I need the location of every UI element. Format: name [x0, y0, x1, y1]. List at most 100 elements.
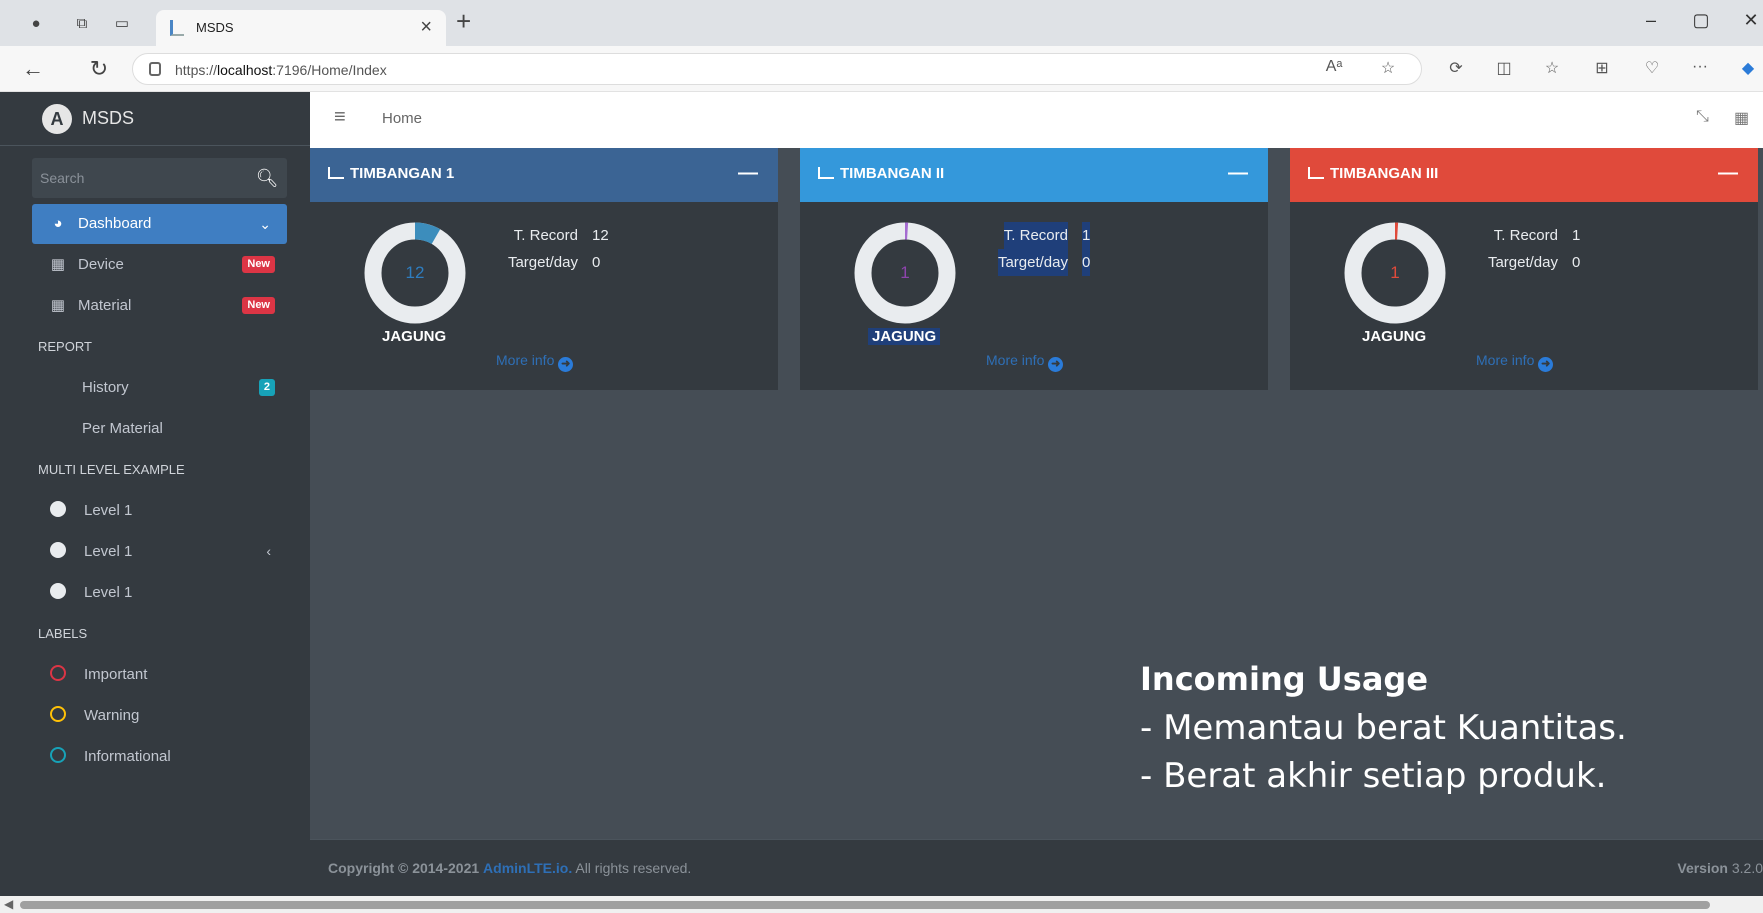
arrow-circle-right-icon: ➜ — [558, 357, 574, 372]
sidebar-item-label: Per Material — [82, 420, 163, 437]
extensions-icon[interactable]: ⟳ — [1444, 58, 1468, 78]
hamburger-menu-icon[interactable]: ≡ — [334, 106, 346, 129]
sidebar-item-warning[interactable]: Warning — [32, 695, 287, 736]
maximize-button[interactable]: ▢ — [1686, 10, 1716, 31]
horizontal-scrollbar[interactable]: ◀ — [0, 896, 1763, 913]
sidebar-item-informational[interactable]: Informational — [32, 736, 287, 777]
search-input[interactable] — [32, 158, 247, 198]
sidebar: A MSDS 🔍︎ ◕ Dashboard ⌄ ▦ Device New ▦ Mate… — [0, 92, 310, 896]
donut-chart: 1 — [850, 218, 960, 328]
sidebar-item-label: Level 1 — [84, 584, 133, 601]
sidebar-item-device[interactable]: ▦ Device New — [32, 244, 287, 285]
chevron-left-icon: ‹ — [266, 543, 271, 559]
overlay-heading: Incoming Usage — [1140, 660, 1429, 698]
card-stats: T. Record 1 Target/day 0 — [1450, 222, 1580, 276]
card-timbangan-2: TIMBANGAN II — 1 JAGUNG T. Record 1 Targe… — [800, 148, 1268, 390]
dashboard-icon: ◕ — [53, 215, 63, 232]
circle-icon — [50, 583, 66, 599]
profile-icon[interactable]: ● — [26, 14, 46, 34]
sidebar-item-dashboard[interactable]: ◕ Dashboard ⌄ — [32, 204, 287, 244]
sidebar-item-level-1[interactable]: Level 1 — [32, 490, 287, 531]
circle-icon — [50, 501, 66, 517]
sidebar-item-level-1-expandable[interactable]: Level 1 ‹ — [32, 531, 287, 572]
browser-tab-msds[interactable]: MSDS × — [156, 10, 446, 46]
card-timbangan-1: TIMBANGAN 1 — 12 JAGUNG T. Record 12 Targ… — [310, 148, 778, 390]
product-label: JAGUNG — [1362, 328, 1427, 345]
home-link[interactable]: Home — [382, 110, 422, 127]
nav-header-report: REPORT — [38, 339, 92, 354]
card-header: TIMBANGAN 1 — — [310, 148, 778, 202]
brand-logo-icon: A — [42, 104, 72, 134]
version-label: Version — [1677, 860, 1728, 876]
sidebar-item-label: Level 1 — [84, 502, 133, 519]
collapse-button[interactable]: — — [1718, 162, 1738, 185]
browser-tab-bar: ● ⧉ ▭ MSDS × + – ▢ ✕ — [0, 0, 1763, 46]
sidebar-item-important[interactable]: Important — [32, 654, 287, 695]
sidebar-item-level-1-b[interactable]: Level 1 — [32, 572, 287, 613]
new-tab-button[interactable]: + — [456, 6, 471, 37]
card-title: TIMBANGAN III — [1330, 165, 1439, 182]
scrollbar-thumb[interactable] — [20, 901, 1710, 909]
bar-chart-icon — [328, 167, 344, 179]
more-icon[interactable]: ··· — [1688, 58, 1712, 76]
footer-copyright: Copyright © 2014-2021 AdminLTE.io. All r… — [328, 860, 691, 876]
card-title: TIMBANGAN 1 — [350, 165, 455, 182]
tab-actions-icon[interactable]: ▭ — [112, 14, 132, 34]
sidebar-item-label: Device — [78, 256, 124, 273]
collapse-button[interactable]: — — [738, 162, 758, 185]
back-button[interactable]: ← — [20, 56, 46, 82]
adminlte-link[interactable]: AdminLTE.io. — [483, 860, 572, 876]
target-label: Target/day — [507, 254, 578, 271]
favorites-icon[interactable]: ☆ — [1540, 58, 1564, 78]
record-label: T. Record — [1003, 222, 1068, 249]
more-info-link[interactable]: More info ➜ — [986, 352, 1064, 372]
card-header: TIMBANGAN II — — [800, 148, 1268, 202]
collections-icon[interactable]: ⊞ — [1590, 58, 1614, 78]
bar-chart-icon — [1308, 167, 1324, 179]
record-value: 1 — [1572, 227, 1581, 244]
favorite-star-icon[interactable]: ☆ — [1376, 58, 1400, 78]
close-window-button[interactable]: ✕ — [1736, 10, 1763, 31]
target-label: Target/day — [1487, 254, 1558, 271]
record-label: T. Record — [1493, 227, 1558, 244]
fullscreen-icon[interactable]: ⤡ — [1696, 108, 1709, 126]
bar-chart-icon — [818, 167, 834, 179]
scroll-left-arrow-icon[interactable]: ◀ — [4, 897, 13, 911]
lock-icon — [149, 62, 161, 76]
minimize-button[interactable]: – — [1636, 10, 1666, 31]
overlay-line-1: - Memantau berat Kuantitas. — [1140, 708, 1627, 748]
copilot-icon[interactable]: ◆ — [1736, 58, 1760, 78]
brand-link[interactable]: A MSDS — [0, 92, 310, 146]
collapse-button[interactable]: — — [1228, 162, 1248, 185]
circle-icon — [50, 542, 66, 558]
donut-value: 12 — [405, 263, 425, 282]
url-field[interactable]: https://localhost:7196/Home/Index — [132, 53, 1422, 85]
split-screen-icon[interactable]: ◫ — [1492, 58, 1516, 78]
target-value: 0 — [1082, 249, 1091, 276]
refresh-button[interactable]: ↻ — [86, 56, 112, 82]
sidebar-item-material[interactable]: ▦ Material New — [32, 285, 287, 326]
control-sidebar-icon[interactable]: ▦ — [1734, 108, 1749, 128]
record-value: 12 — [592, 227, 609, 244]
performance-icon[interactable]: ♡ — [1640, 58, 1664, 78]
overlay-caption: Incoming Usage - Memantau berat Kuantita… — [1140, 660, 1627, 800]
tab-close-button[interactable]: × — [420, 16, 432, 39]
sidebar-item-history[interactable]: History 2 — [32, 367, 287, 408]
workspaces-icon[interactable]: ⧉ — [72, 14, 92, 34]
more-info-label: More info — [496, 352, 555, 368]
sidebar-item-per-material[interactable]: Per Material — [32, 408, 287, 449]
top-navbar: ≡ Home ⤡ ▦ — [310, 92, 1763, 148]
sidebar-item-label: Material — [78, 297, 132, 314]
search-icon[interactable]: 🔍︎ — [247, 158, 287, 198]
target-value: 0 — [592, 254, 601, 271]
footer: Copyright © 2014-2021 AdminLTE.io. All r… — [310, 839, 1763, 896]
more-info-link[interactable]: More info ➜ — [1476, 352, 1554, 372]
sidebar-item-label: Dashboard — [78, 215, 152, 232]
more-info-link[interactable]: More info ➜ — [496, 352, 574, 372]
grid-icon: ▦ — [50, 256, 66, 273]
arrow-circle-right-icon: ➜ — [1048, 357, 1064, 372]
tab-title: MSDS — [196, 20, 234, 35]
target-label: Target/day — [997, 249, 1068, 276]
sidebar-item-label: Warning — [84, 707, 140, 724]
read-aloud-icon[interactable]: Aᵃ — [1322, 58, 1346, 76]
